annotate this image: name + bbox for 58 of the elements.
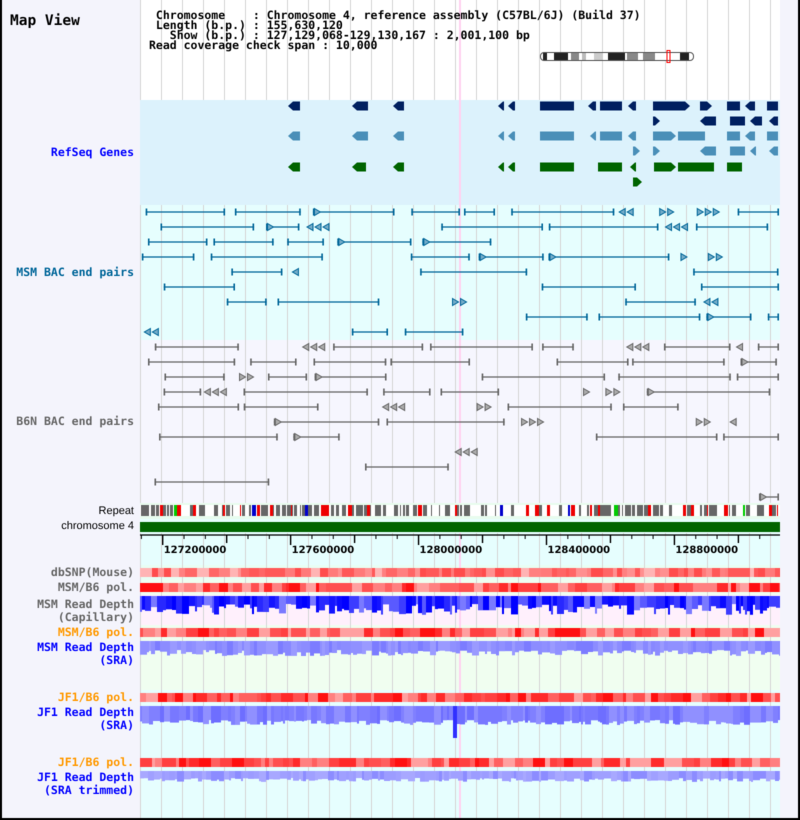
axis-tick-label: 128800000 xyxy=(675,545,738,556)
track-label: dbSNP(Mouse) xyxy=(50,566,134,579)
gene-feature xyxy=(727,132,740,140)
gene-feature xyxy=(393,132,404,140)
track-label: B6N BAC end pairs xyxy=(16,415,134,428)
info-line: Show (b.p.) : 127,129,068-129,130,167 : 2,001,100 bp xyxy=(170,30,530,40)
gene-feature xyxy=(730,146,745,156)
gene-feature xyxy=(653,116,660,126)
axis-tick-label: 128000000 xyxy=(420,545,482,556)
gene-feature xyxy=(588,102,596,110)
info-line: Chromosome : Chromosome 4, reference assembly (C57BL/6J) (Build 37) xyxy=(154,10,641,20)
track-label: JF1 Read Depth (SRA) xyxy=(36,706,134,732)
gene-feature xyxy=(769,146,778,156)
axis-tick-label: 127200000 xyxy=(164,545,226,556)
gene-feature xyxy=(600,102,622,110)
track-label: MSM/B6 pol. xyxy=(58,581,134,594)
gene-feature xyxy=(653,132,676,140)
gene-feature xyxy=(590,132,596,140)
gene-feature xyxy=(628,102,636,110)
gene-feature xyxy=(678,162,714,172)
track-label: JF1 Read Depth (SRA trimmed) xyxy=(36,771,134,797)
gene-feature xyxy=(727,162,742,172)
axis-tick-label: 128400000 xyxy=(548,545,610,556)
gene-feature xyxy=(540,132,574,140)
gene-feature xyxy=(678,132,705,140)
gene-feature xyxy=(600,132,622,140)
gene-feature xyxy=(352,162,366,172)
gene-feature xyxy=(653,146,660,156)
gene-feature xyxy=(540,102,574,110)
gene-feature xyxy=(598,162,622,172)
gene-feature xyxy=(767,102,778,110)
info-line: Length (b.p.) : 155,630,120 xyxy=(154,20,343,30)
track-label: MSM BAC end pairs xyxy=(16,266,134,279)
gene-feature xyxy=(654,162,676,172)
position-marker xyxy=(666,50,670,63)
track-label: Repeat xyxy=(98,504,134,518)
track-label: JF1/B6 pol. xyxy=(58,756,134,769)
gene-feature xyxy=(700,146,716,156)
map-view-title: Map View xyxy=(10,13,80,29)
gene-feature xyxy=(352,132,368,140)
gene-feature xyxy=(288,132,300,140)
gene-feature xyxy=(769,116,778,126)
gene-feature xyxy=(700,116,716,126)
gene-feature xyxy=(540,162,574,172)
track-label: RefSeq Genes xyxy=(50,146,134,159)
axis-tick-label: 127600000 xyxy=(292,545,354,556)
gene-feature xyxy=(750,116,762,126)
gene-feature xyxy=(288,162,300,172)
track-label: MSM Read Depth (Capillary) xyxy=(36,598,134,624)
track-label: MSM Read Depth (SRA) xyxy=(36,641,134,667)
track-label: MSM/B6 pol. xyxy=(58,626,134,639)
gene-feature xyxy=(767,132,778,140)
gene-feature xyxy=(727,102,740,110)
gene-feature xyxy=(730,116,745,126)
gene-feature xyxy=(393,162,404,172)
coverage-span-text: Read coverage check span : 10,000 xyxy=(149,40,378,50)
track-label: chromosome 4 xyxy=(61,520,134,532)
track-label: JF1/B6 pol. xyxy=(58,691,134,704)
